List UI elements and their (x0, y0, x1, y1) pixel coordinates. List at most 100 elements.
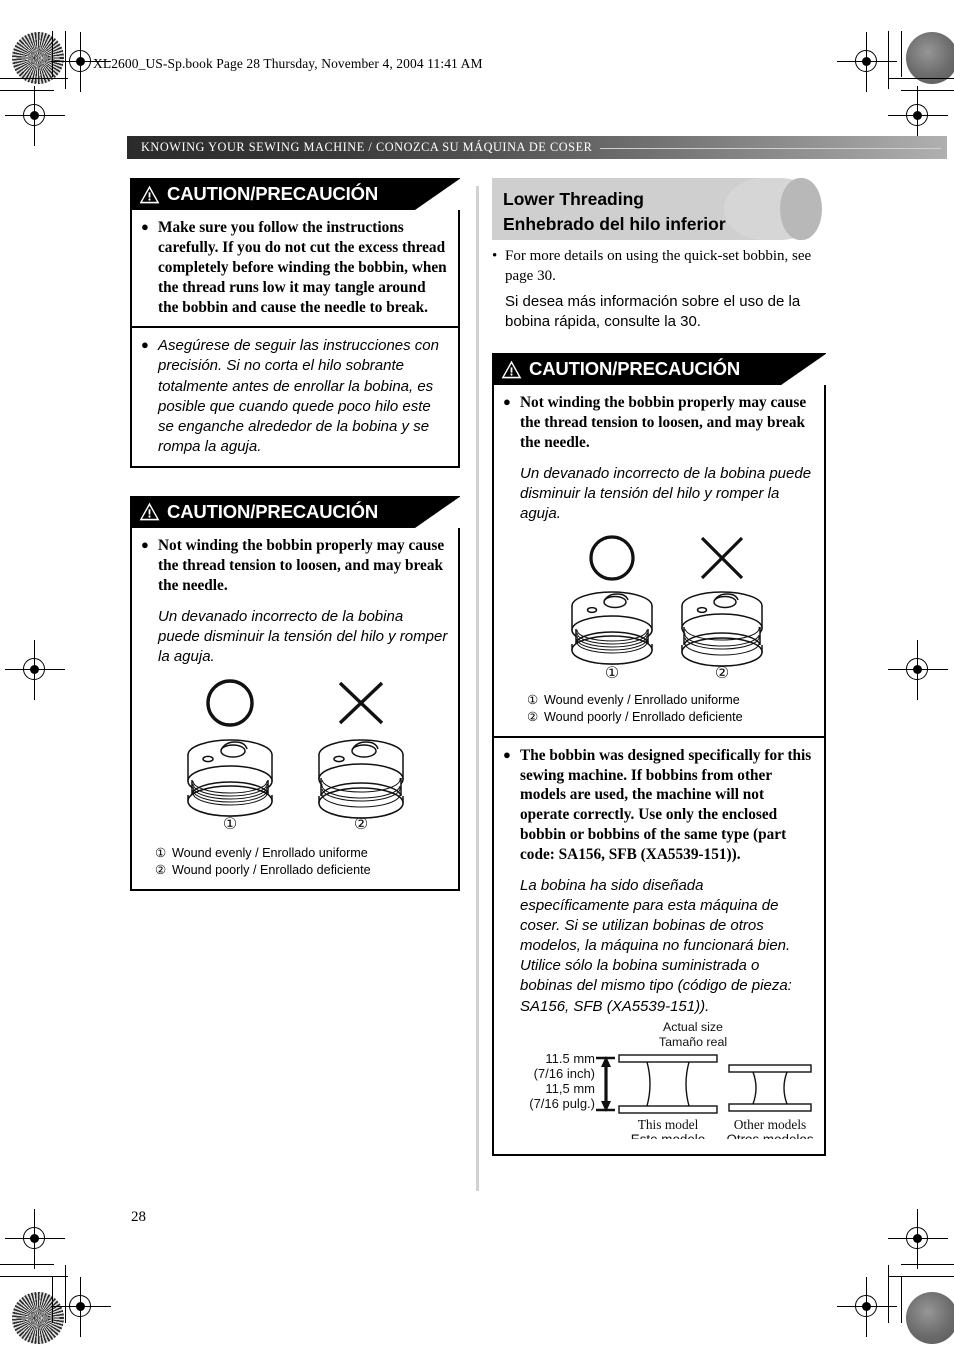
title-text: Lower Threading Enhebrado del hilo infer… (503, 187, 726, 237)
dimension-label-line3: 11,5 mm (545, 1081, 595, 1096)
trim-mark-bl-v (52, 1277, 53, 1323)
legend-text-2: Wound poorly / Enrollado deficiente (172, 863, 371, 878)
legend-line-2: ② Wound poorly / Enrollado deficiente (527, 709, 814, 726)
trim-mark-tl-v (52, 31, 53, 77)
crosshair-mark-bottom-right (837, 1277, 897, 1337)
cross-mark-icon (338, 681, 383, 725)
bobbin-other-models (728, 1063, 812, 1112)
registration-moire-mark-bottom-left (12, 1292, 64, 1344)
bobbin-wound-poorly (680, 591, 763, 667)
bullet-glyph: ● (141, 337, 149, 353)
bobbin-wound-evenly (570, 591, 653, 665)
warning-triangle-icon (501, 360, 522, 379)
caution-text-es: Asegúrese de seguir las instrucciones co… (158, 337, 439, 455)
bobbin-label-other-models-en: Other models (734, 1117, 807, 1132)
bobbin-size-comparison-illustration: Actual size Tamaño real 11.5 mm (7/16 in… (529, 1020, 813, 1139)
trim-mark-tl-v2 (65, 31, 66, 89)
bobbin-this-model (618, 1053, 718, 1114)
dimension-label-line4: (7/16 pulg.) (529, 1096, 595, 1111)
crosshair-mark-middle-right (888, 640, 948, 700)
legend-number-1: ① (527, 692, 539, 707)
trim-mark-br-v (888, 1265, 889, 1323)
bobbin-label-other-models-es: Otros modelos (726, 1132, 813, 1139)
caution-text-en: Not winding the bobbin properly may caus… (158, 536, 445, 594)
caution-box-bobbin-right: CAUTION/PRECAUCIÓN ● Not winding the bob… (492, 353, 827, 1156)
bobbin-wound-evenly (186, 739, 273, 817)
legend-line-1: ① Wound evenly / Enrollado uniforme (155, 845, 448, 862)
trim-mark-br-v2 (901, 1277, 902, 1323)
page-title-en: Lower Threading (503, 189, 644, 209)
warning-triangle-icon (139, 502, 160, 521)
caution-banner-label: CAUTION/PRECAUCIÓN (167, 500, 379, 522)
actual-size-title-es: Tamaño real (659, 1035, 727, 1049)
registration-moire-mark-top-left (12, 32, 64, 84)
bullet-glyph: ● (503, 746, 511, 762)
trim-mark-br-h2 (901, 1264, 954, 1265)
circle-mark-icon (588, 535, 635, 581)
bullet-glyph: ● (141, 219, 149, 234)
section-header-rule (600, 148, 941, 149)
caution-item-bobbin-compatibility: ● The bobbin was designed specifically f… (494, 735, 824, 1154)
caution-text-es: Un devanado incorrecto de la bobina pued… (158, 607, 448, 665)
caution-text-es: La bobina ha sido diseñada específicamen… (520, 876, 792, 1015)
bobbin-figure-legend: ① Wound evenly / Enrollado uniforme ② Wo… (141, 845, 448, 880)
trim-mark-bl-v2 (65, 1265, 66, 1323)
legend-line-1: ① Wound evenly / Enrollado uniforme (527, 692, 814, 709)
trim-mark-tl-h (0, 78, 68, 79)
left-column: CAUTION/PRECAUCIÓN ● Make sure you follo… (130, 178, 461, 919)
caution-body: ● Not winding the bobbin properly may ca… (130, 527, 460, 891)
legend-number-1: ① (155, 845, 167, 860)
caution-text-en: The bobbin was designed specifically for… (520, 746, 812, 864)
caution-banner-wedge (781, 353, 827, 386)
registration-moire-mark-bottom-right (906, 1292, 954, 1344)
legend-text-2: Wound poorly / Enrollado deficiente (544, 710, 743, 725)
caution-banner: CAUTION/PRECAUCIÓN (130, 178, 461, 210)
trim-mark-tr-v2 (901, 31, 902, 77)
legend-text-1: Wound evenly / Enrollado uniforme (172, 845, 368, 860)
crosshair-mark-middle-left (5, 640, 65, 700)
caution-box-bobbin-winding: CAUTION/PRECAUCIÓN ● Not winding the bob… (130, 495, 461, 891)
trim-mark-br-h (888, 1276, 954, 1277)
trim-mark-tr-v (888, 31, 889, 89)
caution-text-es: Un devanado incorrecto de la bobina pued… (520, 464, 812, 522)
warning-triangle-icon (139, 185, 160, 204)
registration-moire-mark-top-right (906, 32, 954, 84)
crosshair-mark-bottom-left (51, 1277, 111, 1337)
document-page: XL2600_US-Sp.book Page 28 Thursday, Nove… (0, 0, 954, 1351)
caution-banner-wedge (415, 178, 461, 210)
caution-body: ● Not winding the bobbin properly may ca… (492, 385, 826, 1156)
reference-note: • For more details on using the quick-se… (492, 247, 826, 332)
trim-mark-bl-h (0, 1276, 68, 1277)
column-divider (476, 186, 479, 1191)
section-header-bar: KNOWING YOUR SEWING MACHINE / CONOZCA SU… (127, 136, 947, 159)
caution-text-en: Not winding the bobbin properly may caus… (520, 394, 807, 451)
bobbin-label-this-model-es: Este modelo (631, 1132, 705, 1139)
caution-text-en: Make sure you follow the instructions ca… (158, 219, 447, 316)
note-text-en: For more details on using the quick-set … (505, 248, 812, 284)
bobbin-comparison-illustration: ① ② (186, 679, 404, 833)
legend-text-1: Wound evenly / Enrollado uniforme (544, 692, 740, 707)
caution-body: ● Make sure you follow the instructions … (130, 210, 460, 468)
caution-item-es: ● Asegúrese de seguir las instrucciones … (132, 326, 458, 466)
trim-mark-bl-h2 (0, 1264, 54, 1265)
crosshair-mark-top-right-inner (888, 86, 948, 146)
cross-mark-icon (700, 536, 743, 580)
caution-item-bobbin-winding: ● Not winding the bobbin properly may ca… (494, 385, 824, 736)
caution-banner-label: CAUTION/PRECAUCIÓN (529, 358, 741, 380)
legend-line-2: ② Wound poorly / Enrollado deficiente (155, 862, 448, 879)
crosshair-mark-bottom-right-inner (888, 1209, 948, 1269)
figure-callout-2: ② (714, 665, 728, 682)
section-header-title: KNOWING YOUR SEWING MACHINE / CONOZCA SU… (141, 140, 593, 154)
bobbin-comparison-illustration: ① ② (570, 535, 763, 682)
note-text-es: Si desea más información sobre el uso de… (505, 292, 801, 330)
caution-box-thread-cutting: CAUTION/PRECAUCIÓN ● Make sure you follo… (130, 178, 461, 468)
book-file-slug: XL2600_US-Sp.book Page 28 Thursday, Nove… (93, 56, 483, 71)
figure-callout-1: ① (604, 665, 618, 682)
legend-number-2: ② (155, 863, 167, 878)
actual-size-figure: Actual size Tamaño real 11.5 mm (7/16 in… (503, 1017, 814, 1145)
circle-mark-icon (205, 679, 254, 727)
figure-callout-2: ② (353, 816, 367, 833)
legend-number-2: ② (527, 710, 539, 725)
caution-item-en: ● Make sure you follow the instructions … (132, 210, 458, 326)
dimension-label-line1: 11.5 mm (545, 1051, 595, 1066)
